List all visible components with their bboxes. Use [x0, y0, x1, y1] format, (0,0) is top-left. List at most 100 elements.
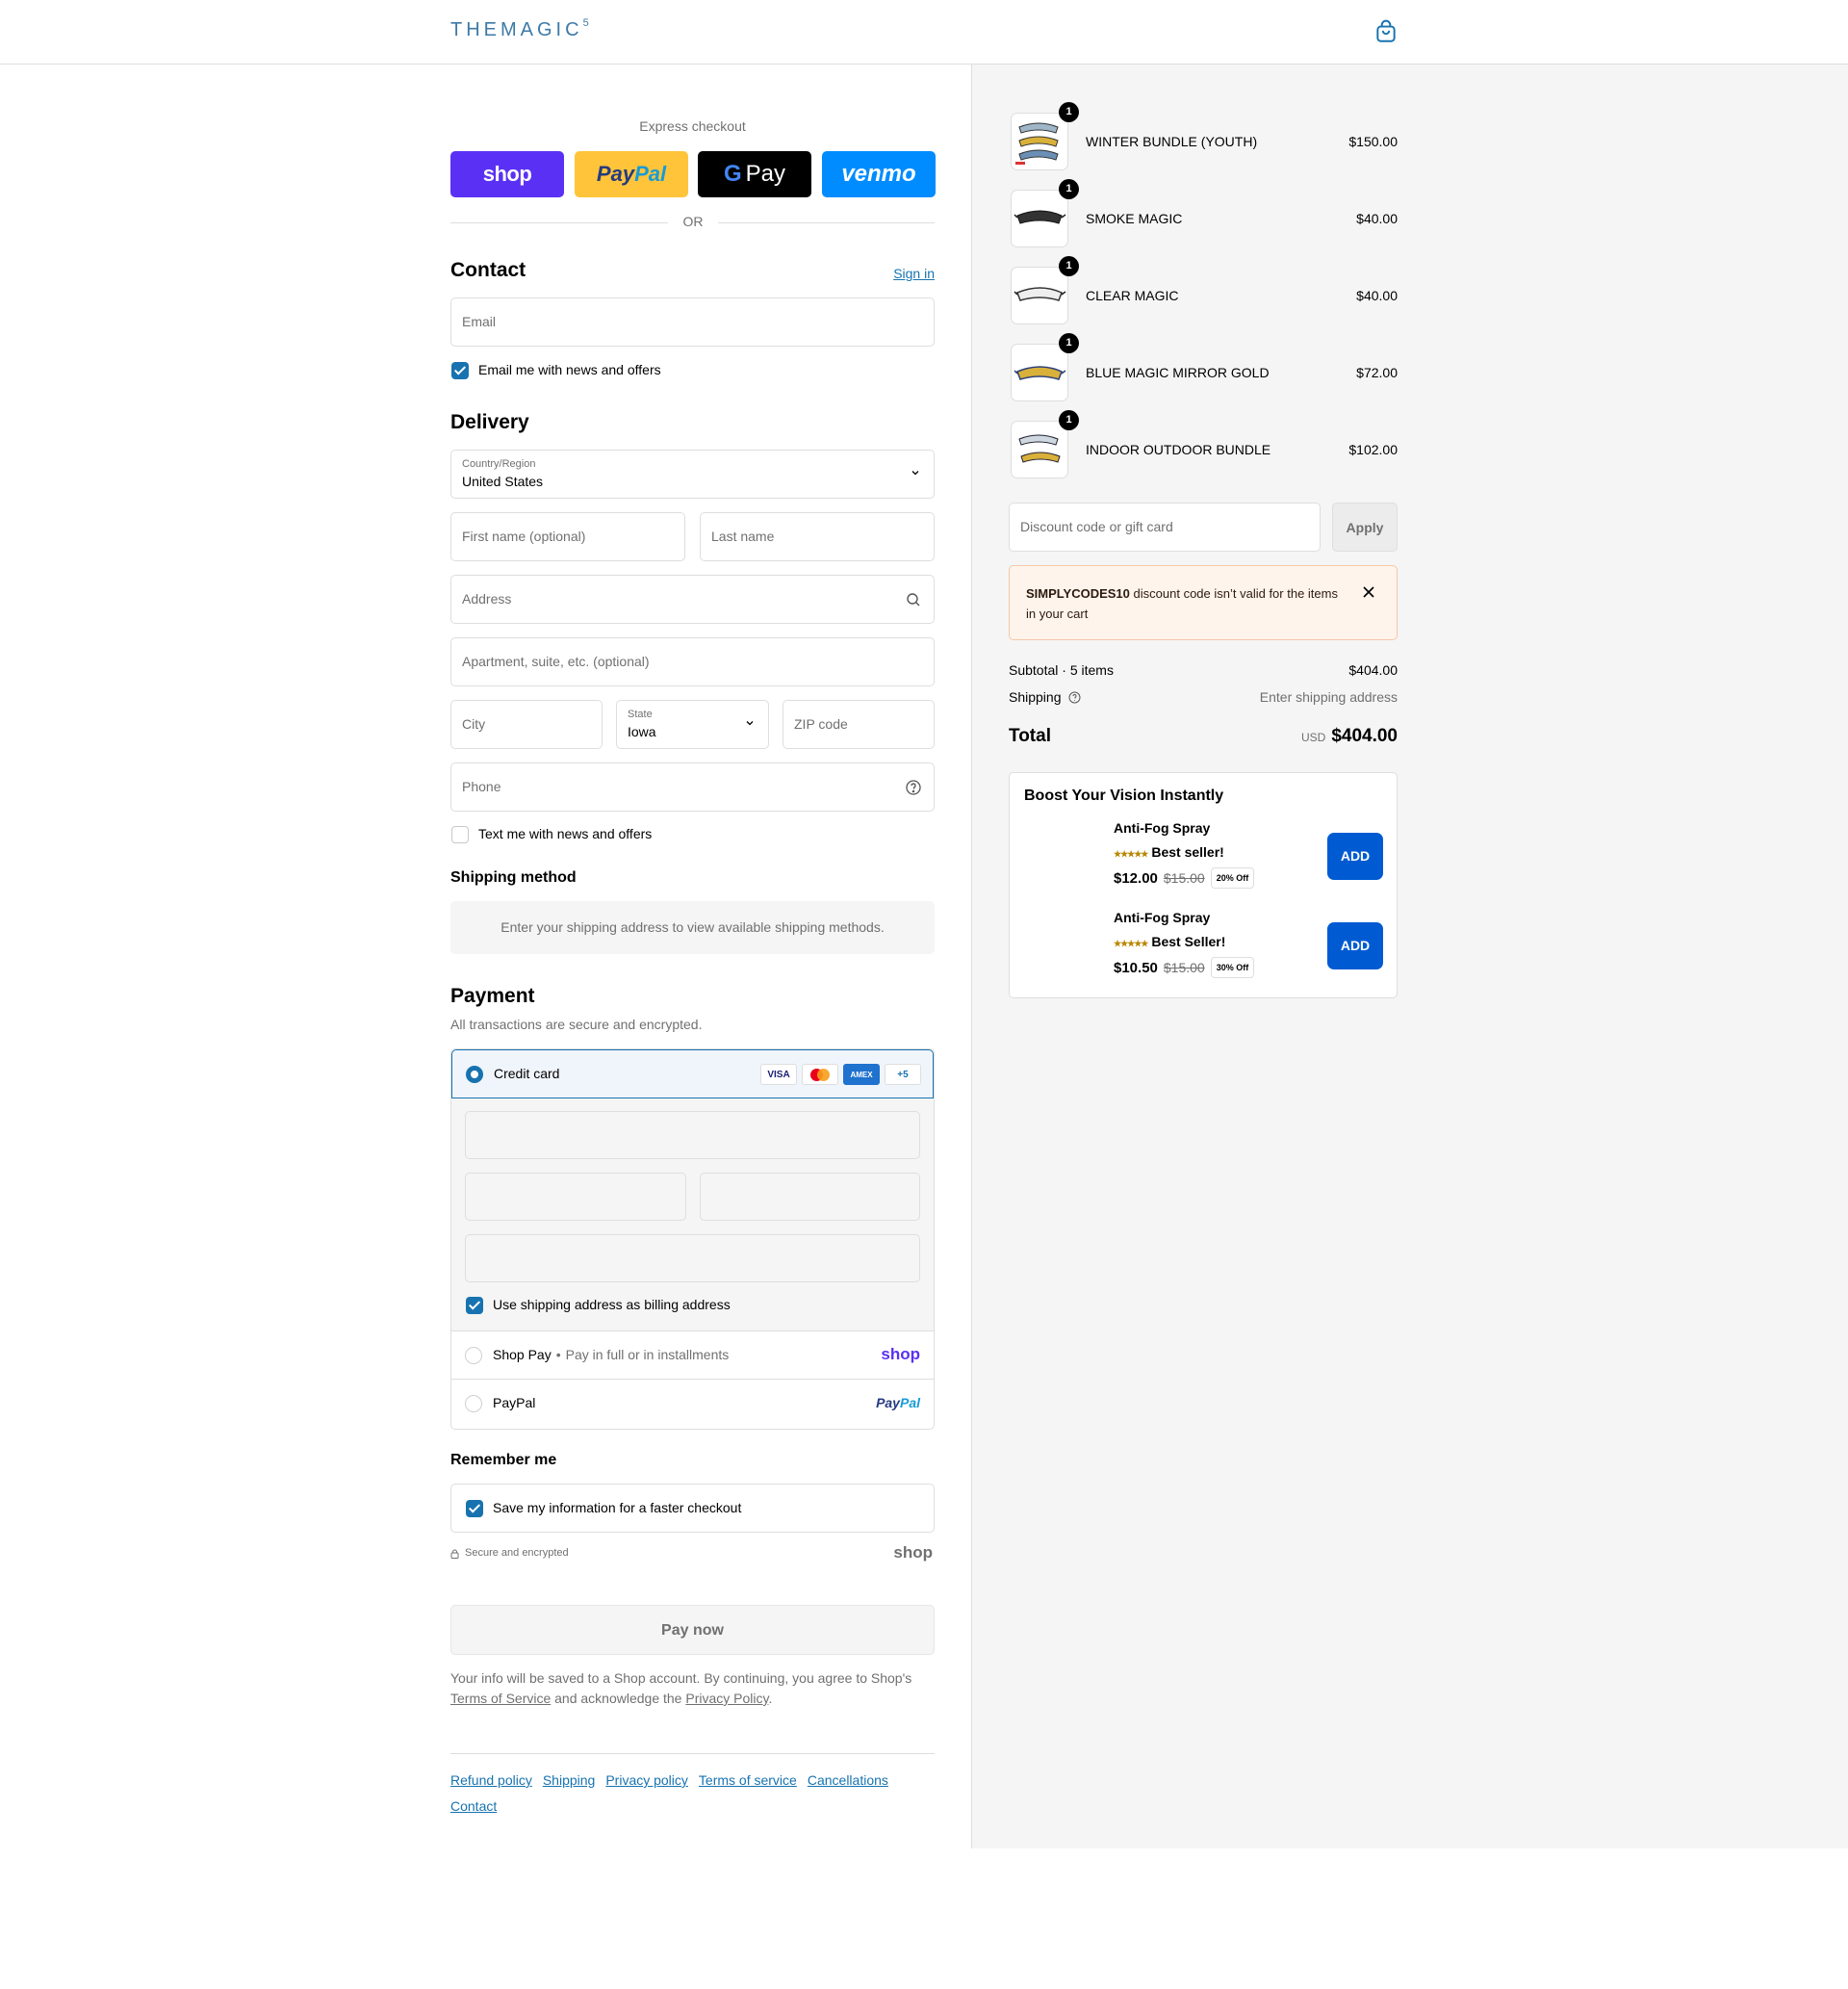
address-field[interactable]: Address [450, 575, 935, 624]
contact-heading: Contact [450, 259, 526, 281]
footer-links: Refund policy Shipping Privacy policy Terms… [450, 1768, 935, 1820]
address-placeholder: Address [462, 591, 512, 607]
payment-methods: Credit card VISA AMEX +5 Use shipping ad… [450, 1048, 935, 1430]
credit-card-form: Use shipping address as billing address [451, 1098, 934, 1331]
upsell-old-price: $15.00 [1163, 870, 1205, 886]
sign-in-link[interactable]: Sign in [893, 266, 935, 281]
terms-of-service-link[interactable]: Terms of Service [450, 1691, 551, 1706]
upsell-badge: Best Seller! [1151, 934, 1226, 949]
cart-item: 1 WINTER BUNDLE (YOUTH) $150.00 [1009, 102, 1398, 172]
venmo-label: venmo [841, 161, 916, 187]
card-cvc-field[interactable] [700, 1173, 920, 1221]
product-name: BLUE MAGIC MIRROR GOLD [1086, 365, 1270, 380]
discount-error-alert: SIMPLYCODES10 discount code isn’t valid … [1009, 565, 1398, 640]
product-price: $72.00 [1356, 365, 1398, 380]
discount-code-input[interactable]: Discount code or gift card [1009, 503, 1321, 552]
shipping-method-message: Enter your shipping address to view avai… [450, 901, 935, 954]
phone-field[interactable]: Phone [450, 762, 935, 812]
paypal-option-label: PayPal [493, 1395, 536, 1410]
logo-superscript: 5 [582, 17, 589, 30]
apartment-field[interactable]: Apartment, suite, etc. (optional) [450, 637, 935, 686]
zip-field[interactable]: ZIP code [783, 700, 935, 749]
card-name-field[interactable] [465, 1234, 920, 1282]
product-name: SMOKE MAGIC [1086, 211, 1183, 226]
bullet-separator: • [555, 1347, 561, 1362]
amex-label: AMEX [850, 1070, 873, 1079]
paypal-radio[interactable] [465, 1395, 482, 1412]
billing-same-checkbox[interactable] [466, 1297, 483, 1314]
email-news-checkbox[interactable] [451, 362, 469, 379]
total-label: Total [1009, 726, 1051, 746]
help-circle-icon[interactable] [905, 779, 922, 796]
state-value: Iowa [628, 724, 656, 739]
city-field[interactable]: City [450, 700, 603, 749]
country-select[interactable]: Country/Region United States [450, 450, 935, 499]
paypal-option[interactable]: PayPal PayPal [451, 1380, 934, 1428]
alert-message: SIMPLYCODES10 discount code isn’t valid … [1026, 583, 1344, 624]
shop-pay-express-button[interactable]: shop [450, 151, 564, 197]
privacy-policy-footer-link[interactable]: Privacy policy [605, 1772, 688, 1788]
express-checkout-title: Express checkout [639, 118, 746, 134]
product-price: $40.00 [1356, 211, 1398, 226]
star-rating-icon: ★★★★★ [1114, 939, 1148, 948]
help-circle-icon[interactable] [1068, 691, 1081, 704]
product-image [1011, 113, 1068, 170]
store-logo[interactable]: THEMAGIC5 [450, 17, 589, 41]
product-image [1011, 267, 1068, 324]
product-image [1011, 344, 1068, 401]
last-name-field[interactable]: Last name [700, 512, 935, 561]
close-icon[interactable] [1362, 585, 1375, 599]
quantity-badge: 1 [1059, 333, 1079, 353]
cancellations-link[interactable]: Cancellations [808, 1772, 888, 1788]
terms-of-service-footer-link[interactable]: Terms of service [699, 1772, 797, 1788]
card-expiry-field[interactable] [465, 1173, 686, 1221]
shop-pay-radio[interactable] [465, 1347, 482, 1364]
goggles-icon [1014, 210, 1066, 224]
zip-placeholder: ZIP code [794, 716, 848, 732]
google-pay-express-button[interactable]: G Pay [698, 151, 811, 197]
secure-text: Secure and encrypted [465, 1547, 569, 1559]
upsell-product: Anti-Fog Spray ★★★★★ Best Seller! $10.50 $… [1114, 910, 1306, 978]
state-select[interactable]: State Iowa [616, 700, 769, 749]
goggles-icon [1014, 287, 1066, 301]
card-number-field[interactable] [465, 1111, 920, 1159]
more-brands-badge: +5 [885, 1064, 921, 1085]
credit-card-radio[interactable] [466, 1066, 483, 1083]
product-name: INDOOR OUTDOOR BUNDLE [1086, 442, 1271, 457]
legal-text-b: and acknowledge the [554, 1691, 682, 1706]
contact-link[interactable]: Contact [450, 1798, 497, 1814]
discount-badge: 20% Off [1210, 867, 1255, 889]
add-upsell-button[interactable]: ADD [1327, 833, 1383, 880]
paypal-express-button[interactable]: Pay Pal [575, 151, 688, 197]
delivery-heading: Delivery [450, 411, 529, 433]
save-info-checkbox[interactable] [466, 1500, 483, 1517]
remember-me-box: Save my information for a faster checkou… [450, 1484, 935, 1533]
refund-policy-link[interactable]: Refund policy [450, 1772, 532, 1788]
credit-card-option[interactable]: Credit card VISA AMEX +5 [451, 1049, 934, 1098]
paypal-label-a: Pay [596, 162, 635, 186]
add-upsell-button[interactable]: ADD [1327, 922, 1383, 969]
first-name-placeholder: First name (optional) [462, 529, 586, 544]
upsell-price: $12.00 [1114, 869, 1158, 887]
google-pay-label: Pay [745, 161, 786, 187]
goggles-icon [1015, 122, 1059, 165]
shop-logo: shop [893, 1543, 933, 1562]
product-image [1011, 421, 1068, 478]
quantity-badge: 1 [1059, 102, 1079, 122]
shop-pay-option[interactable]: Shop Pay • Pay in full or in installments … [451, 1331, 934, 1380]
venmo-express-button[interactable]: venmo [822, 151, 936, 197]
shopping-bag-icon[interactable] [1373, 19, 1399, 44]
footer-divider [450, 1753, 935, 1754]
subtotal-label: Subtotal · 5 items [1009, 662, 1114, 678]
pay-now-button[interactable]: Pay now [450, 1605, 935, 1655]
shop-pay-option-sub: Pay in full or in installments [565, 1347, 730, 1362]
paypal-logo-b: Pal [899, 1395, 920, 1410]
first-name-field[interactable]: First name (optional) [450, 512, 685, 561]
discount-placeholder: Discount code or gift card [1020, 519, 1173, 534]
apply-discount-button[interactable]: Apply [1332, 503, 1398, 552]
star-rating-icon: ★★★★★ [1114, 849, 1148, 859]
privacy-policy-link[interactable]: Privacy Policy [685, 1691, 768, 1706]
email-field[interactable]: Email [450, 297, 935, 347]
shipping-link[interactable]: Shipping [543, 1772, 596, 1788]
text-news-checkbox[interactable] [451, 826, 469, 843]
